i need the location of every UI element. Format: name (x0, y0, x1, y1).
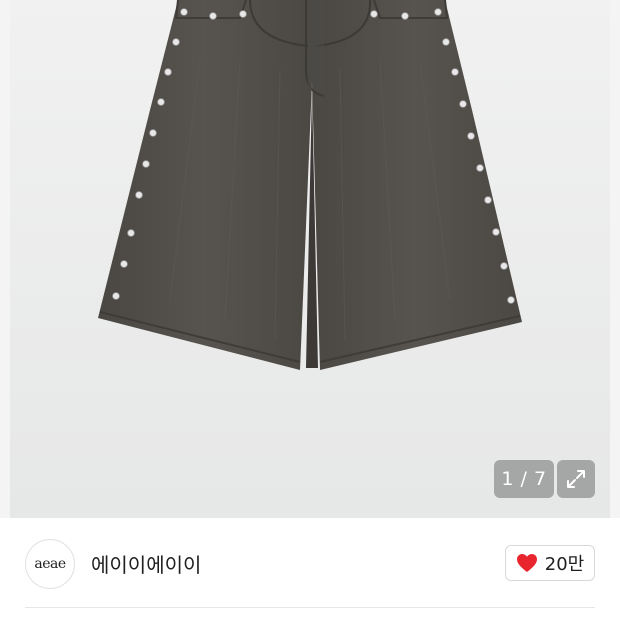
like-button[interactable]: 20만 (505, 545, 595, 581)
heart-icon (516, 554, 537, 572)
product-image-area[interactable]: 1 / 7 (0, 0, 620, 518)
product-image (10, 0, 610, 518)
expand-icon (567, 470, 585, 488)
seller-logo: aeae (34, 556, 66, 572)
image-counter: 1 / 7 (494, 460, 554, 498)
seller-name[interactable]: 에이이에이이 (91, 549, 201, 578)
like-count: 20만 (544, 554, 585, 575)
seller-avatar[interactable]: aeae (25, 539, 75, 589)
divider (25, 607, 595, 608)
expand-image-button[interactable] (557, 460, 595, 498)
image-counter-text: 1 / 7 (501, 468, 547, 490)
